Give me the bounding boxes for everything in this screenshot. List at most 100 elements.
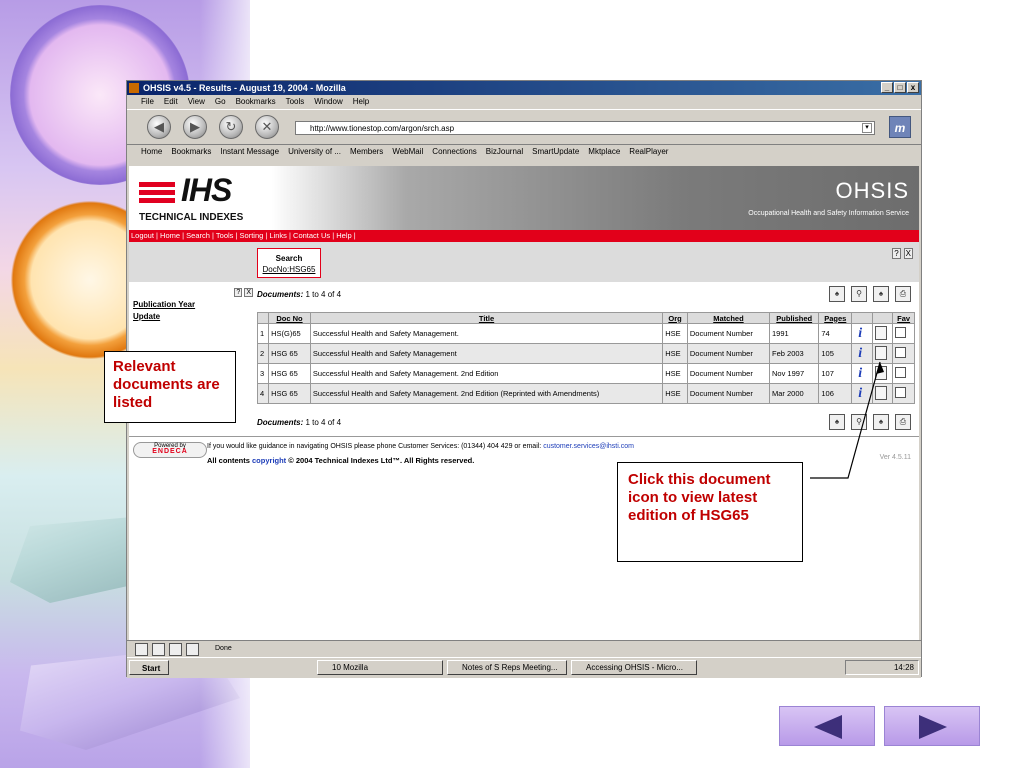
bookmark-smartupdate[interactable]: SmartUpdate bbox=[532, 145, 579, 159]
status-text: Done bbox=[215, 645, 232, 652]
bookmark-realplayer[interactable]: RealPlayer bbox=[629, 145, 668, 159]
doc-org: HSE bbox=[662, 323, 688, 344]
result-tools-bottom: ♠ ⚲ ♠ ⎙ bbox=[829, 414, 911, 430]
bookmark-instant-message[interactable]: Instant Message bbox=[220, 145, 279, 159]
doc-title: Successful Health and Safety Management.… bbox=[309, 363, 664, 384]
bookmark-members[interactable]: Members bbox=[350, 145, 383, 159]
url-input[interactable]: http://www.tionestop.com/argon/srch.asp … bbox=[295, 121, 875, 135]
favourite-checkbox[interactable] bbox=[895, 367, 907, 378]
document-icon[interactable] bbox=[874, 345, 887, 360]
col-header-matched: Matched bbox=[686, 312, 771, 324]
table-row: 2 HSG 65 Successful Health and Safety Ma… bbox=[256, 343, 915, 364]
menu-help[interactable]: Help bbox=[353, 95, 369, 109]
refine-panel-icons: ? X bbox=[133, 286, 253, 298]
bookmark-mktplace[interactable]: Mktplace bbox=[588, 145, 620, 159]
menu-go[interactable]: Go bbox=[215, 95, 226, 109]
document-icon[interactable] bbox=[874, 365, 887, 380]
close-button[interactable]: x bbox=[907, 82, 919, 93]
row-number: 4 bbox=[256, 383, 270, 404]
addressbook-icon[interactable] bbox=[186, 643, 199, 656]
print-icon[interactable]: ⎙ bbox=[895, 414, 911, 430]
favourite-checkbox[interactable] bbox=[895, 347, 907, 358]
dropdown-arrow-icon[interactable]: ▾ bbox=[862, 123, 872, 133]
bookmark-connections[interactable]: Connections bbox=[432, 145, 476, 159]
back-arrow-icon[interactable]: ◀ bbox=[147, 115, 171, 139]
col-header-org[interactable]: Org bbox=[662, 312, 688, 324]
info-icon[interactable]: i bbox=[854, 326, 866, 341]
menu-file[interactable]: File bbox=[141, 95, 154, 109]
navigator-icon[interactable] bbox=[135, 643, 148, 656]
task-accessing-ohsis[interactable]: Accessing OHSIS - Micro... bbox=[571, 660, 697, 675]
info-icon[interactable]: i bbox=[854, 386, 866, 401]
bookmark-home[interactable]: Home bbox=[141, 145, 162, 159]
col-header-title[interactable]: Title bbox=[309, 312, 664, 324]
close-icon[interactable]: X bbox=[903, 248, 913, 259]
doc-pages: 105 bbox=[818, 343, 853, 364]
bookmark-bizjournal[interactable]: BizJournal bbox=[486, 145, 523, 159]
close-icon[interactable]: X bbox=[244, 287, 253, 297]
col-header-doc-no[interactable]: Doc No bbox=[268, 312, 311, 324]
doc-pages: 106 bbox=[818, 383, 853, 404]
maximize-button[interactable]: □ bbox=[894, 82, 906, 93]
stop-icon[interactable]: ✕ bbox=[255, 115, 279, 139]
menu-view[interactable]: View bbox=[188, 95, 205, 109]
clock-time: 14:28 bbox=[893, 663, 914, 672]
menu-edit[interactable]: Edit bbox=[164, 95, 178, 109]
next-slide-button[interactable] bbox=[884, 706, 980, 746]
status-bar: Done bbox=[127, 640, 921, 657]
task-mozilla[interactable]: 10 Mozilla bbox=[317, 660, 443, 675]
previous-slide-button[interactable] bbox=[779, 706, 875, 746]
doc-number: HSG 65 bbox=[268, 363, 311, 384]
mail-icon[interactable] bbox=[152, 643, 165, 656]
binoculars-s-icon[interactable]: ♠ bbox=[829, 286, 845, 302]
endeca-logo[interactable]: Powered by ENDECA bbox=[133, 442, 207, 458]
reload-icon[interactable]: ↻ bbox=[219, 115, 243, 139]
document-icon[interactable] bbox=[874, 325, 887, 340]
composer-icon[interactable] bbox=[169, 643, 182, 656]
forward-arrow-icon[interactable]: ▶ bbox=[183, 115, 207, 139]
info-icon[interactable]: i bbox=[854, 346, 866, 361]
col-header-published[interactable]: Published bbox=[769, 312, 820, 324]
info-icon[interactable]: i bbox=[854, 366, 866, 381]
favourite-checkbox[interactable] bbox=[895, 387, 907, 398]
email-link[interactable]: customer.services@ihsti.com bbox=[543, 443, 634, 450]
task-notes[interactable]: Notes of S Reps Meeting... bbox=[447, 660, 567, 675]
search-icon[interactable]: ⚲ bbox=[851, 414, 867, 430]
minimize-button[interactable]: _ bbox=[881, 82, 893, 93]
print-icon[interactable]: ⎙ bbox=[895, 286, 911, 302]
doc-number: HS(G)65 bbox=[268, 323, 311, 344]
binoculars-icon[interactable]: ♠ bbox=[873, 286, 889, 302]
doc-matched: Document Number bbox=[686, 343, 771, 364]
document-icon[interactable] bbox=[874, 385, 887, 400]
search-summary[interactable]: Search DocNo:HSG65 bbox=[257, 248, 321, 278]
bookmark-university[interactable]: University of ... bbox=[288, 145, 341, 159]
menu-tools[interactable]: Tools bbox=[286, 95, 305, 109]
search-query[interactable]: DocNo:HSG65 bbox=[263, 265, 316, 274]
col-header-pages[interactable]: Pages bbox=[818, 312, 853, 324]
binoculars-s-icon[interactable]: ♠ bbox=[829, 414, 845, 430]
favourite-checkbox[interactable] bbox=[895, 327, 907, 338]
doc-title: Successful Health and Safety Management. bbox=[309, 323, 664, 344]
endeca-text: ENDECA bbox=[152, 448, 188, 455]
menu-bar: File Edit View Go Bookmarks Tools Window… bbox=[127, 95, 921, 109]
search-band bbox=[129, 242, 919, 282]
menu-bookmarks[interactable]: Bookmarks bbox=[236, 95, 276, 109]
start-button[interactable]: Start bbox=[129, 660, 169, 675]
menu-window[interactable]: Window bbox=[314, 95, 342, 109]
search-icon[interactable]: ⚲ bbox=[851, 286, 867, 302]
bookmarks-bar: Home Bookmarks Instant Message Universit… bbox=[127, 145, 921, 159]
site-nav-links[interactable]: Logout | Home | Search | Tools | Sorting… bbox=[129, 230, 919, 242]
help-icon[interactable]: ? bbox=[234, 287, 243, 297]
bookmark-bookmarks[interactable]: Bookmarks bbox=[171, 145, 211, 159]
ihs-logo-icon bbox=[139, 180, 181, 206]
left-triangle-icon bbox=[814, 715, 842, 739]
binoculars-icon[interactable]: ♠ bbox=[873, 414, 889, 430]
copyright-link[interactable]: copyright bbox=[252, 456, 286, 465]
bookmark-webmail[interactable]: WebMail bbox=[392, 145, 423, 159]
help-icon[interactable]: ? bbox=[892, 248, 901, 259]
system-tray: 14:28 bbox=[845, 660, 919, 675]
app-icon bbox=[129, 83, 139, 93]
doc-matched: Document Number bbox=[686, 363, 771, 384]
update-link[interactable]: Update bbox=[133, 312, 160, 321]
publication-year-link[interactable]: Publication Year bbox=[133, 300, 195, 309]
